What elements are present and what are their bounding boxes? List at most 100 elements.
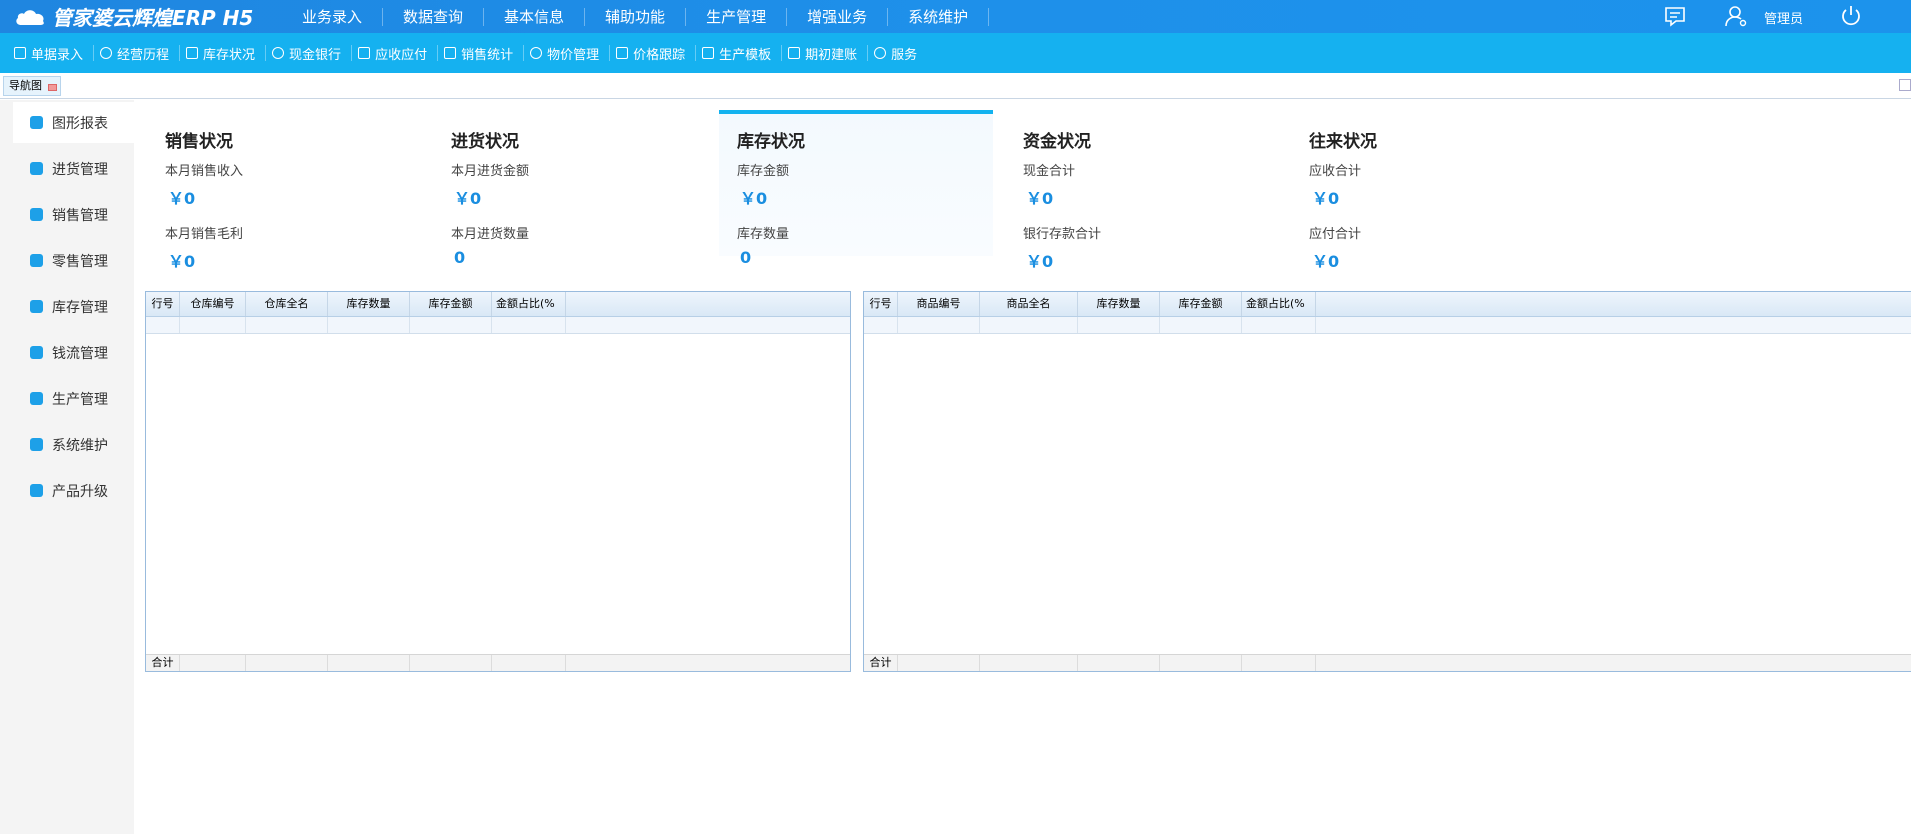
toolbar-item-label: 生产模板	[719, 47, 772, 63]
column-header[interactable]: 商品编号	[898, 292, 980, 316]
sidebar-item-label: 产品升级	[52, 483, 108, 500]
card-inventory[interactable]: 库存状况 库存金额 ￥0 库存数量 0	[719, 110, 993, 267]
sidebar: 图形报表 进货管理 销售管理 零售管理 库存管理 钱流管理 生产管理 系统维护 …	[0, 100, 134, 834]
edit-icon	[14, 47, 26, 59]
upgrade-icon	[30, 484, 43, 497]
sidebar-item-sales[interactable]: 销售管理	[13, 194, 134, 235]
power-icon[interactable]	[1839, 4, 1863, 28]
card-accounts[interactable]: 往来状况 应收合计 ￥0 应付合计 ￥0	[1291, 110, 1565, 271]
filter-cell[interactable]	[180, 317, 246, 333]
tab-navigation-map[interactable]: 导航图	[3, 76, 61, 96]
toolbar-item-receivable-payable[interactable]: 应收应付	[352, 45, 439, 63]
column-header[interactable]: 行号	[146, 292, 180, 316]
summary-cards: 销售状况 本月销售收入 ￥0 本月销售毛利 ￥0 进货状况 本月进货金额 ￥0 …	[143, 110, 1911, 271]
help-icon	[874, 47, 887, 59]
quick-toolbar: 单据录入 经营历程 库存状况 现金银行 应收应付 销售统计 物价管理 价格跟踪 …	[0, 33, 1911, 73]
toolbar-item-business-history[interactable]: 经营历程	[94, 45, 181, 63]
ledger-icon	[788, 47, 801, 59]
toolbar-item-production-template[interactable]: 生产模板	[696, 45, 783, 63]
sidebar-item-retail[interactable]: 零售管理	[13, 240, 134, 281]
sidebar-item-label: 销售管理	[52, 207, 108, 224]
filter-cell[interactable]	[1078, 317, 1160, 333]
filter-cell[interactable]	[1160, 317, 1242, 333]
line-chart-icon	[30, 116, 43, 129]
column-header[interactable]: 库存金额	[410, 292, 492, 316]
card-label: 库存数量	[737, 227, 790, 242]
cloud-icon	[16, 9, 44, 25]
column-header[interactable]: 库存金额	[1160, 292, 1242, 316]
toolbar-item-service[interactable]: 服务	[868, 45, 927, 63]
app-title: 管家婆云辉煌ERP H5	[52, 6, 254, 30]
card-value: ￥0	[1312, 252, 1340, 271]
toolbar-item-label: 现金银行	[289, 47, 342, 63]
sidebar-item-label: 生产管理	[52, 391, 108, 408]
card-funds[interactable]: 资金状况 现金合计 ￥0 银行存款合计 ￥0	[1005, 110, 1279, 271]
card-sales[interactable]: 销售状况 本月销售收入 ￥0 本月销售毛利 ￥0	[147, 110, 421, 271]
card-value: ￥0	[1026, 252, 1054, 271]
toolbar-item-price-management[interactable]: 物价管理	[524, 45, 611, 63]
sidebar-item-production[interactable]: 生产管理	[13, 378, 134, 419]
toolbar-item-label: 经营历程	[117, 47, 170, 63]
filter-cell[interactable]	[410, 317, 492, 333]
sidebar-item-label: 进货管理	[52, 161, 108, 178]
filter-cell[interactable]	[246, 317, 328, 333]
user-name[interactable]: 管理员	[1764, 8, 1803, 27]
column-header[interactable]: 行号	[864, 292, 898, 316]
card-title: 库存状况	[737, 132, 805, 152]
filter-cell[interactable]	[864, 317, 898, 333]
sidebar-item-inventory[interactable]: 库存管理	[13, 286, 134, 327]
main-nav-item-enhanced[interactable]: 增强业务	[787, 7, 889, 26]
sidebar-item-label: 系统维护	[52, 437, 108, 454]
filter-cell[interactable]	[328, 317, 410, 333]
filter-cell[interactable]	[898, 317, 980, 333]
card-label: 本月进货数量	[451, 227, 530, 242]
close-icon[interactable]	[48, 84, 57, 91]
filter-cell[interactable]	[1242, 317, 1316, 333]
user-icon[interactable]	[1724, 4, 1748, 28]
toolbar-item-price-tracking[interactable]: 价格跟踪	[610, 45, 697, 63]
exchange-icon	[358, 47, 371, 59]
toolbar-item-cash-bank[interactable]: 现金银行	[266, 45, 353, 63]
sidebar-item-upgrade[interactable]: 产品升级	[13, 470, 134, 511]
filter-cell[interactable]	[146, 317, 180, 333]
toolbar-item-label: 销售统计	[461, 47, 514, 63]
sidebar-item-label: 图形报表	[52, 115, 108, 132]
filter-cell[interactable]	[492, 317, 566, 333]
toolbar-item-label: 应收应付	[375, 47, 428, 63]
toolbar-item-label: 库存状况	[203, 47, 256, 63]
collapse-icon[interactable]	[1899, 79, 1911, 91]
column-header[interactable]: 库存数量	[1078, 292, 1160, 316]
card-label: 本月进货金额	[451, 164, 530, 179]
toolbar-item-opening-accounts[interactable]: 期初建账	[782, 45, 869, 63]
column-header[interactable]: 仓库全名	[246, 292, 328, 316]
column-header[interactable]: 金额占比(%	[492, 292, 566, 316]
toolbar-item-document-entry[interactable]: 单据录入	[8, 45, 95, 63]
main-nav-item-business-entry[interactable]: 业务录入	[282, 7, 384, 26]
sidebar-item-system[interactable]: 系统维护	[13, 424, 134, 465]
column-header[interactable]: 金额占比(%	[1242, 292, 1316, 316]
toolbar-item-sales-statistics[interactable]: 销售统计	[438, 45, 525, 63]
product-grid: 行号 商品编号 商品全名 库存数量 库存金额 金额占比(% 合计	[863, 291, 1911, 672]
message-icon[interactable]	[1663, 5, 1687, 27]
column-header[interactable]: 库存数量	[328, 292, 410, 316]
column-header[interactable]: 仓库编号	[180, 292, 246, 316]
card-purchase[interactable]: 进货状况 本月进货金额 ￥0 本月进货数量 0	[433, 110, 707, 267]
footer-cell	[492, 655, 566, 671]
column-header[interactable]: 商品全名	[980, 292, 1078, 316]
toolbar-item-inventory-status[interactable]: 库存状况	[180, 45, 267, 63]
main-nav-item-data-query[interactable]: 数据查询	[383, 7, 485, 26]
card-title: 销售状况	[165, 132, 233, 152]
yen-circle-icon	[530, 47, 543, 59]
check-circle-icon	[100, 47, 113, 59]
main-nav-item-auxiliary[interactable]: 辅助功能	[585, 7, 687, 26]
main-nav-item-basic-info[interactable]: 基本信息	[484, 7, 586, 26]
footer-cell	[328, 655, 410, 671]
sidebar-item-purchase[interactable]: 进货管理	[13, 148, 134, 189]
calendar-icon	[186, 47, 199, 59]
filter-cell[interactable]	[980, 317, 1078, 333]
sidebar-item-label: 钱流管理	[52, 345, 108, 362]
sidebar-item-graph-report[interactable]: 图形报表	[13, 102, 134, 143]
main-nav-item-system[interactable]: 系统维护	[888, 7, 990, 26]
sidebar-item-cash-flow[interactable]: 钱流管理	[13, 332, 134, 373]
main-nav-item-production[interactable]: 生产管理	[686, 7, 788, 26]
